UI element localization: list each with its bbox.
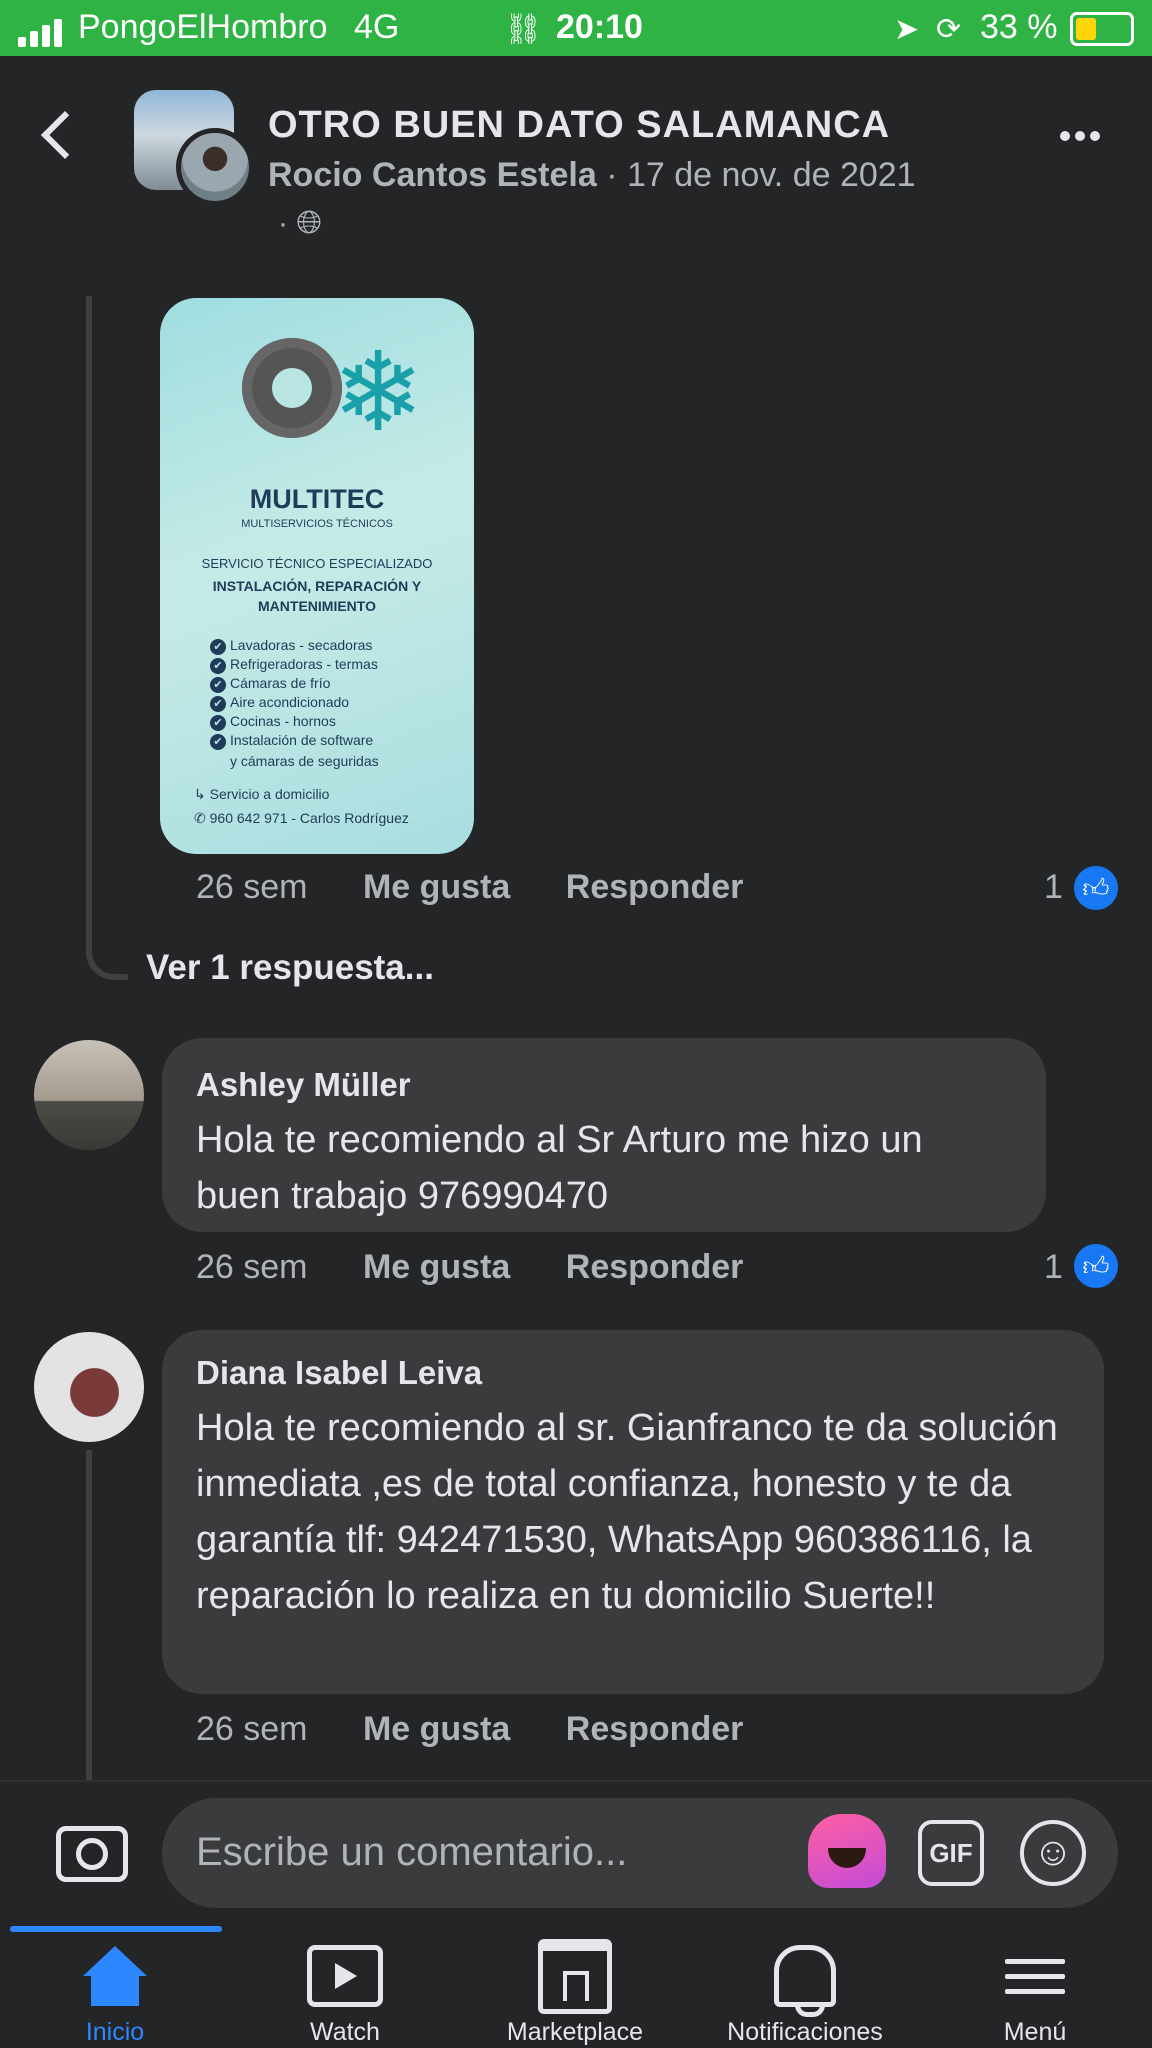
card-list-item: Lavadoras - secadoras: [210, 636, 379, 655]
signal-icon: [18, 8, 66, 47]
card-footer-contact: ✆ 960 642 971 - Carlos Rodríguez: [194, 810, 409, 826]
camera-icon[interactable]: [56, 1826, 128, 1882]
post-meta: Rocio Cantos Estela · 17 de nov. de 2021: [268, 156, 916, 195]
separator: ·: [278, 207, 288, 240]
card-list-item: Cámaras de frío: [210, 674, 379, 693]
globe-icon: 🌐︎: [296, 204, 322, 240]
reply-button[interactable]: Responder: [566, 1248, 744, 1286]
card-service-line1: SERVICIO TÉCNICO ESPECIALIZADO: [201, 556, 433, 571]
tab-watch[interactable]: Watch: [230, 1940, 460, 2047]
battery-icon: [1070, 12, 1134, 46]
marketplace-icon: [538, 1938, 612, 2014]
avatar[interactable]: [34, 1332, 144, 1442]
like-icon[interactable]: 👍︎: [1074, 1244, 1118, 1288]
comment-text: Hola te recomiendo al sr. Gianfranco te …: [196, 1407, 1058, 1617]
post-author[interactable]: Rocio Cantos Estela: [268, 156, 597, 194]
rotation-lock-icon: ⟳: [936, 13, 962, 46]
comment-bubble: Diana Isabel Leiva Hola te recomiendo al…: [162, 1330, 1104, 1694]
comment-time: 26 sem: [196, 1248, 308, 1286]
clock: 20:10: [556, 8, 643, 46]
comment-actions: 26 sem Me gusta Responder: [196, 868, 743, 907]
card-list-item: y cámaras de seguridas: [230, 753, 379, 769]
tab-label: Notificaciones: [727, 2018, 883, 2046]
card-list-item: Aire acondicionado: [210, 693, 379, 712]
group-name[interactable]: OTRO BUEN DATO SALAMANCA: [268, 104, 890, 147]
network-type: 4G: [354, 8, 400, 46]
reply-button[interactable]: Responder: [566, 868, 744, 906]
commenter-name[interactable]: Diana Isabel Leiva: [196, 1354, 482, 1392]
tab-label: Inicio: [85, 2018, 145, 2046]
gif-icon[interactable]: GIF: [918, 1820, 984, 1886]
view-replies-link[interactable]: Ver 1 respuesta...: [146, 948, 434, 988]
like-icon[interactable]: 👍︎: [1074, 866, 1118, 910]
tab-notifications[interactable]: Notificaciones: [690, 1940, 920, 2047]
watch-icon: [307, 1945, 383, 2007]
tab-marketplace[interactable]: Marketplace: [460, 1938, 690, 2047]
back-icon[interactable]: [40, 110, 90, 160]
thread-line: [86, 1450, 92, 1780]
card-footer-service: ↳ Servicio a domicilio: [194, 786, 330, 802]
like-button[interactable]: Me gusta: [363, 1248, 510, 1286]
comment-time: 26 sem: [196, 1710, 308, 1748]
thread-connector: [86, 900, 128, 980]
avatar[interactable]: [176, 128, 254, 206]
active-tab-indicator: [10, 1926, 222, 1932]
thread-line: [86, 296, 92, 906]
comment-image[interactable]: ❄ MULTITEC MULTISERVICIOS TÉCNICOS SERVI…: [160, 298, 474, 854]
card-footer-text: Servicio a domicilio: [209, 786, 330, 802]
gear-logo-icon: [242, 338, 342, 438]
emoji-icon[interactable]: ☺: [1020, 1820, 1086, 1886]
card-brand: MULTITEC: [249, 484, 385, 514]
battery-percent: 33 %: [980, 8, 1058, 46]
commenter-name[interactable]: Ashley Müller: [196, 1066, 411, 1104]
avatar-sticker-icon[interactable]: [808, 1814, 886, 1888]
comment-actions: 26 sem Me gusta Responder: [196, 1710, 743, 1749]
card-service-line2: INSTALACIÓN, REPARACIÓN Y MANTENIMIENTO: [212, 578, 422, 614]
post-date: · 17 de nov. de 2021: [606, 156, 916, 194]
card-footer-phone: 960 642 971 - Carlos Rodríguez: [209, 810, 409, 826]
tab-label: Menú: [1003, 2018, 1067, 2046]
comment-actions: 26 sem Me gusta Responder: [196, 1248, 743, 1287]
tab-home[interactable]: Inicio: [0, 1940, 230, 2047]
snowflake-logo-icon: ❄: [332, 331, 425, 454]
like-button[interactable]: Me gusta: [363, 1710, 510, 1748]
avatar[interactable]: [34, 1040, 144, 1150]
bell-icon: [774, 1945, 836, 2017]
home-icon: [83, 1946, 147, 2006]
more-icon[interactable]: [1060, 128, 1105, 146]
like-button[interactable]: Me gusta: [363, 868, 510, 906]
tab-label: Marketplace: [506, 2018, 644, 2046]
like-count: 1: [1044, 868, 1063, 906]
status-bar: PongoElHombro 4G ⛓ 20:10 ➤ ⟳ 33 %: [0, 0, 1152, 56]
menu-icon: [1005, 1949, 1065, 2004]
card-service-list: Lavadoras - secadoras Refrigeradoras - t…: [210, 636, 379, 771]
comment-time: 26 sem: [196, 868, 308, 906]
like-count: 1: [1044, 1248, 1063, 1286]
tab-label: Watch: [310, 2018, 380, 2046]
comment-bubble: Ashley Müller Hola te recomiendo al Sr A…: [162, 1038, 1046, 1232]
comment-input-placeholder[interactable]: Escribe un comentario...: [196, 1830, 627, 1875]
privacy-indicator: · 🌐︎: [278, 204, 322, 242]
tab-menu[interactable]: Menú: [920, 1940, 1150, 2047]
carrier-name: PongoElHombro: [78, 8, 328, 46]
card-list-item: Cocinas - hornos: [210, 712, 379, 731]
comment-text: Hola te recomiendo al Sr Arturo me hizo …: [196, 1119, 923, 1217]
location-icon: ➤: [894, 13, 920, 46]
card-brand-sub: MULTISERVICIOS TÉCNICOS: [241, 518, 393, 530]
card-list-item: Refrigeradoras - termas: [210, 655, 379, 674]
reply-button[interactable]: Responder: [566, 1710, 744, 1748]
link-icon: ⛓: [504, 13, 543, 46]
card-list-item: Instalación de software: [210, 731, 379, 750]
